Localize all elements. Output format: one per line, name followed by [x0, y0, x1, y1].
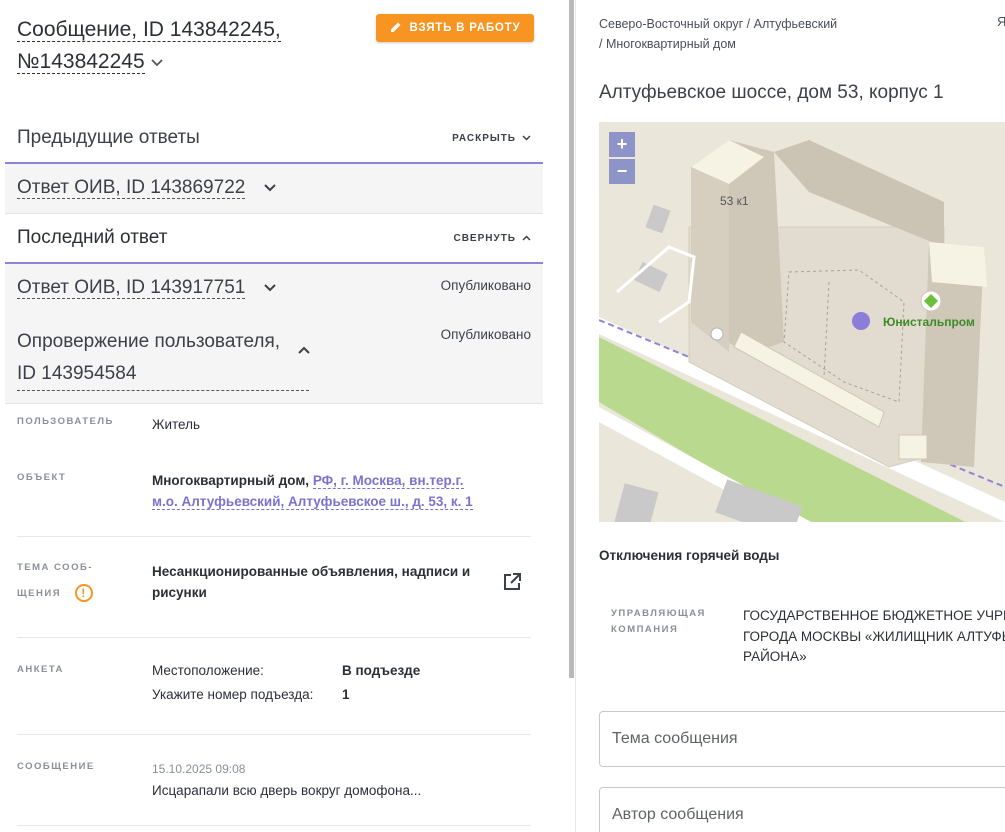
- message-title-line1: Сообщение, ID 143842245,: [17, 18, 281, 42]
- mgmt-label-line1: УПРАВЛЯЮЩАЯ: [611, 608, 706, 619]
- collapse-toggle[interactable]: СВЕРНУТЬ: [453, 233, 531, 244]
- breadcrumb-line1[interactable]: Северо-Восточный округ / Алтуфьевский: [599, 17, 837, 31]
- user-label: ПОЛЬЗОВАТЕЛЬ: [17, 416, 114, 427]
- last-answer-label[interactable]: Ответ ОИВ, ID 143917751: [17, 277, 277, 299]
- last-answer-block: Ответ ОИВ, ID 143917751 Опубликовано Опр…: [5, 264, 543, 404]
- message-title-line2: №143842245: [17, 50, 145, 74]
- refutation-line1: Опровержение пользователя,: [17, 331, 281, 352]
- topic-input[interactable]: Тема сообщения: [599, 711, 1005, 767]
- map[interactable]: 53 к1 Юнистальпром + −: [599, 122, 1005, 522]
- collapse-label: СВЕРНУТЬ: [453, 232, 516, 244]
- topic-value: Несанкционированные объявления, надписи …: [152, 561, 472, 603]
- breadcrumb: Северо-Восточный округ / Алтуфьевский / …: [599, 14, 837, 54]
- previous-answer-label: Ответ ОИВ, ID 143869722: [17, 177, 277, 199]
- zoom-in-button[interactable]: +: [609, 132, 635, 157]
- chevron-down-icon: [522, 135, 531, 141]
- cut-off-text: Я: [997, 14, 1005, 29]
- chevron-down-icon[interactable]: [150, 46, 164, 78]
- object-address-title: Алтуфьевское шоссе, дом 53, корпус 1: [599, 82, 944, 103]
- mgmt-line3: РАЙОНА»: [743, 649, 807, 664]
- message-panel: Сообщение, ID 143842245, №143842245 ВЗЯТ…: [0, 0, 570, 832]
- hot-water-title: Отключения горячей воды: [599, 548, 780, 563]
- last-answer-header: Последний ответ СВЕРНУТЬ: [5, 213, 543, 263]
- object-address-link[interactable]: РФ, г. Москва, вн.тер.г.: [312, 473, 464, 489]
- pencil-icon: [390, 21, 402, 36]
- object-label: ОБЪЕКТ: [17, 472, 67, 483]
- management-company-value: ГОСУДАРСТВЕННОЕ БЮДЖЕТНОЕ УЧРЕЖ ГОРОДА М…: [743, 606, 1005, 668]
- object-value: Многоквартирный дом, РФ, г. Москва, вн.т…: [152, 470, 492, 512]
- message-date: 15.10.2025 09:08: [152, 762, 246, 776]
- topic-label: ТЕМА СООБ- ЩЕНИЯ!: [17, 560, 94, 612]
- poi-label[interactable]: Юнистальпром: [883, 315, 975, 329]
- form-answer-2: 1: [342, 687, 350, 702]
- breadcrumb-line2[interactable]: / Многоквартирный дом: [599, 37, 736, 51]
- refutation-label[interactable]: Опровержение пользователя, ID 143954584: [17, 326, 311, 391]
- chevron-down-icon[interactable]: [263, 183, 277, 193]
- object-type: Многоквартирный дом,: [152, 473, 310, 488]
- refutation-line2: ID 143954584: [17, 358, 309, 391]
- building-label: 53 к1: [720, 194, 749, 208]
- form-label: АНКЕТА: [17, 664, 64, 675]
- warning-icon[interactable]: !: [75, 584, 94, 603]
- form-answer-1: В подъезде: [342, 663, 421, 678]
- previous-answers-title: Предыдущие ответы: [17, 127, 200, 148]
- object-panel: Северо-Восточный округ / Алтуфьевский / …: [576, 0, 1005, 832]
- previous-answer-text: Ответ ОИВ, ID 143869722: [17, 177, 246, 199]
- chevron-down-icon[interactable]: [263, 283, 277, 293]
- divider: [17, 734, 531, 735]
- refutation-status: Опубликовано: [440, 327, 531, 342]
- expand-label: РАСКРЫТЬ: [452, 132, 516, 144]
- answer-status: Опубликовано: [440, 278, 531, 293]
- open-external-icon[interactable]: [502, 572, 522, 597]
- author-input[interactable]: Автор сообщения: [599, 787, 1005, 832]
- expand-toggle[interactable]: РАСКРЫТЬ: [452, 133, 531, 144]
- mgmt-label-line2: КОМПАНИЯ: [611, 624, 679, 635]
- message-title[interactable]: Сообщение, ID 143842245, №143842245: [17, 14, 317, 78]
- topic-label-line1: ТЕМА СООБ-: [17, 562, 93, 573]
- last-answer-title: Последний ответ: [17, 227, 168, 248]
- mgmt-line1: ГОСУДАРСТВЕННОЕ БЮДЖЕТНОЕ УЧРЕЖ: [743, 608, 1005, 623]
- topic-value-line1: Несанкционированные объявления, надписи …: [152, 564, 471, 579]
- previous-answers-header: Предыдущие ответы РАСКРЫТЬ: [5, 113, 543, 163]
- previous-answer-row[interactable]: Ответ ОИВ, ID 143869722: [5, 164, 543, 214]
- form-question-2: Укажите номер подъезда:: [152, 687, 314, 702]
- divider: [17, 536, 531, 537]
- map-zoom-control: + −: [609, 132, 635, 184]
- zoom-out-button[interactable]: −: [609, 159, 635, 184]
- form-question-1: Местоположение:: [152, 663, 264, 678]
- topic-label-line2: ЩЕНИЯ: [17, 588, 62, 599]
- message-label: СООБЩЕНИЕ: [17, 761, 95, 772]
- scrollbar[interactable]: [569, 0, 574, 678]
- last-answer-text: Ответ ОИВ, ID 143917751: [17, 277, 246, 299]
- topic-input-placeholder: Тема сообщения: [612, 730, 738, 747]
- user-value: Житель: [152, 417, 201, 432]
- object-address-link[interactable]: м.о. Алтуфьевский, Алтуфьевское ш., д. 5…: [152, 494, 473, 510]
- divider: [17, 637, 531, 638]
- management-company-label: УПРАВЛЯЮЩАЯ КОМПАНИЯ: [611, 606, 706, 638]
- mgmt-line2: ГОРОДА МОСКВЫ «ЖИЛИЩНИК АЛТУФЬ: [743, 628, 1005, 644]
- take-to-work-label: ВЗЯТЬ В РАБОТУ: [409, 22, 521, 34]
- chevron-up-icon: [522, 235, 531, 241]
- chevron-up-icon[interactable]: [297, 345, 311, 355]
- message-text: Исцарапали всю дверь вокруг домофона...: [152, 783, 422, 798]
- divider: [17, 825, 531, 826]
- take-to-work-button[interactable]: ВЗЯТЬ В РАБОТУ: [376, 14, 534, 42]
- topic-value-line2: рисунки: [152, 585, 207, 600]
- author-input-placeholder: Автор сообщения: [612, 806, 744, 823]
